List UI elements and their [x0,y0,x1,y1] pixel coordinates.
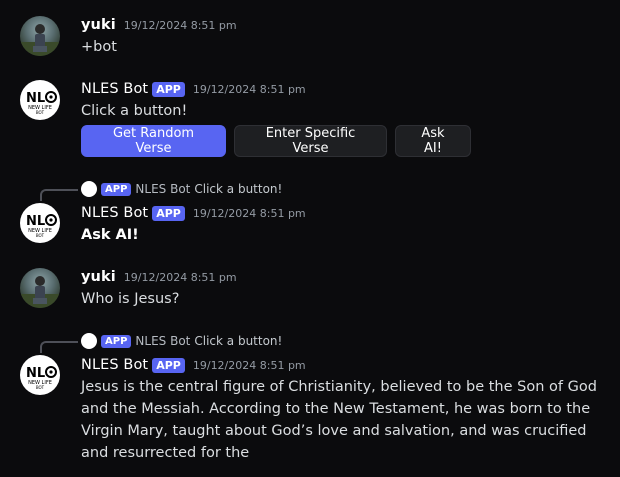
message-header: NLES Bot APP 19/12/2024 8:51 pm [81,80,306,98]
user-avatar-image [20,276,60,308]
message-header: NLES Bot APP 19/12/2024 8:51 pm [81,204,306,222]
message-header: yuki 19/12/2024 8:51 pm [81,16,237,34]
bot-avatar[interactable]: NL NEW LIFE BOT [20,355,60,395]
reply-avatar [81,181,97,197]
app-badge: APP [101,182,132,196]
svg-text:BOT: BOT [36,110,45,115]
reply-avatar [81,333,97,349]
timestamp: 19/12/2024 8:51 pm [192,358,306,372]
message-text: Who is Jesus? [81,291,180,307]
timestamp: 19/12/2024 8:51 pm [123,270,237,284]
app-badge: APP [152,81,185,97]
reply-connector [40,341,78,353]
svg-text:NL: NL [26,91,45,106]
username[interactable]: NLES Bot [81,205,148,221]
reply-author: NLES Bot [135,182,191,196]
svg-text:BOT: BOT [36,385,45,390]
user-avatar-image [20,24,60,56]
chat-message-list: yuki 19/12/2024 8:51 pm +bot NL NEW LIFE… [0,0,620,477]
message-text: Ask AI! [81,227,139,243]
username[interactable]: NLES Bot [81,81,148,97]
nles-logo-icon: NL NEW LIFE BOT [26,366,57,390]
reply-reference[interactable]: APP NLES Bot Click a button! [81,181,282,197]
reply-text: Click a button! [194,182,283,196]
bot-avatar[interactable]: NL NEW LIFE BOT [20,80,60,120]
svg-text:BOT: BOT [36,233,45,238]
user-avatar[interactable] [20,16,60,56]
app-badge: APP [101,334,132,348]
svg-text:NL: NL [26,366,45,381]
message-header: yuki 19/12/2024 8:51 pm [81,268,237,286]
user-avatar[interactable] [20,268,60,308]
username[interactable]: yuki [81,269,116,285]
message-text: Jesus is the central figure of Christian… [81,379,597,461]
svg-text:NL: NL [26,214,45,229]
app-badge: APP [152,357,185,373]
app-badge: APP [152,205,185,221]
reply-text: Click a button! [194,334,283,348]
get-random-verse-button[interactable]: Get Random Verse [81,125,226,157]
reply-reference[interactable]: APP NLES Bot Click a button! [81,333,282,349]
timestamp: 19/12/2024 8:51 pm [192,206,306,220]
nles-logo-icon: NL NEW LIFE BOT [26,214,57,238]
message-header: NLES Bot APP 19/12/2024 8:51 pm [81,356,306,374]
message-text: +bot [81,39,117,55]
username[interactable]: NLES Bot [81,357,148,373]
message-text: Click a button! [81,103,188,119]
enter-specific-verse-button[interactable]: Enter Specific Verse [234,125,387,157]
timestamp: 19/12/2024 8:51 pm [192,82,306,96]
timestamp: 19/12/2024 8:51 pm [123,18,237,32]
reply-connector [40,189,78,201]
bot-avatar[interactable]: NL NEW LIFE BOT [20,203,60,243]
reply-author: NLES Bot [135,334,191,348]
action-button-row: Get Random Verse Enter Specific Verse As… [81,125,471,157]
ask-ai-button[interactable]: Ask AI! [395,125,471,157]
username[interactable]: yuki [81,17,116,33]
nles-logo-icon: NL NEW LIFE BOT [26,91,57,115]
